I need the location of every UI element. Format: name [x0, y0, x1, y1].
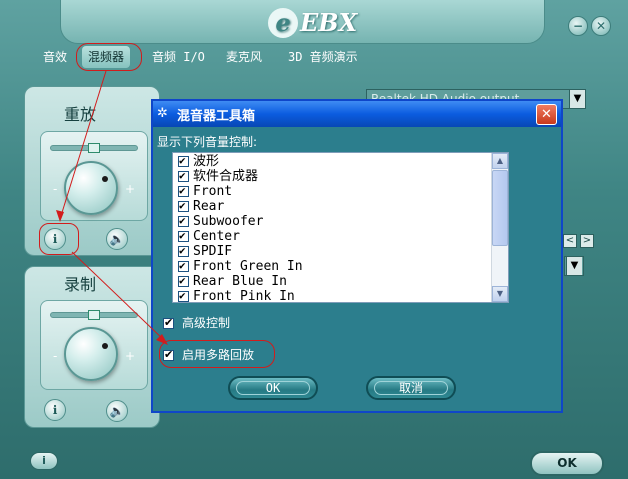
list-item[interactable]: Front Green In	[178, 259, 303, 274]
record-device-dropdown-icon[interactable]: ▼	[566, 257, 582, 275]
dialog-cancel-button[interactable]: 取消	[366, 376, 456, 400]
mixer-toolbox-dialog: ✲ 混音器工具箱 ✕ 显示下列音量控制: 波形 软件合成器 Front Rear…	[151, 99, 563, 413]
list-item[interactable]: Rear Blue In	[178, 274, 287, 289]
record-mute-button[interactable]: 🔈	[106, 400, 128, 422]
checkbox[interactable]	[178, 289, 189, 302]
record-balance-thumb[interactable]	[88, 310, 100, 320]
tab-audio-io[interactable]: 音频 I/O	[152, 46, 205, 68]
logo-text: EBX	[300, 8, 358, 37]
annotation-circle-tools-button	[39, 223, 79, 255]
checkbox[interactable]	[178, 184, 189, 198]
info-icon[interactable]: i	[30, 452, 58, 470]
playback-mute-button[interactable]: 🔈	[106, 228, 128, 250]
annotation-circle-multi-stream	[159, 340, 275, 368]
checkbox[interactable]	[178, 214, 189, 228]
playback-title: 重放	[64, 105, 97, 124]
list-item[interactable]: Front	[178, 184, 232, 199]
volume-controls-label: 显示下列音量控制:	[157, 135, 258, 149]
record-volume-knob[interactable]	[64, 327, 118, 381]
record-knob-indicator	[102, 343, 108, 349]
logo: e EBX	[268, 6, 363, 40]
list-item[interactable]: Front Pink In	[178, 289, 295, 302]
checkbox[interactable]	[178, 199, 189, 213]
record-title: 录制	[64, 275, 97, 294]
checkbox[interactable]	[178, 169, 189, 183]
advanced-controls-option[interactable]: 高级控制	[163, 315, 230, 331]
advanced-controls-checkbox[interactable]	[163, 316, 174, 330]
playback-minus-label: -	[53, 182, 58, 196]
record-minus-label: -	[53, 349, 58, 363]
scroll-up-icon[interactable]: ▲	[492, 153, 508, 169]
dialog-title: 混音器工具箱	[177, 109, 256, 124]
logo-e-icon: e	[268, 7, 298, 38]
checkbox[interactable]	[178, 259, 189, 273]
list-item[interactable]: Subwoofer	[178, 214, 263, 229]
playback-knob-indicator	[102, 176, 108, 182]
playback-balance-thumb[interactable]	[88, 143, 100, 153]
record-plus-label: +	[125, 349, 136, 363]
list-item[interactable]: 软件合成器	[178, 169, 258, 184]
checkbox[interactable]	[178, 229, 189, 243]
tab-3d-demo[interactable]: 3D 音频演示	[288, 46, 358, 68]
checkbox[interactable]	[178, 274, 189, 288]
next-page-icon[interactable]: >	[580, 234, 594, 248]
list-item[interactable]: Center	[178, 229, 240, 244]
dialog-titlebar[interactable]: ✲ 混音器工具箱 ✕	[153, 101, 561, 127]
list-scrollbar[interactable]: ▲ ▼	[491, 153, 508, 302]
prev-page-icon[interactable]: <	[563, 234, 577, 248]
dialog-close-button[interactable]: ✕	[536, 104, 557, 125]
minimize-button[interactable]: −	[568, 16, 588, 36]
dialog-ok-button[interactable]: OK	[228, 376, 318, 400]
mixer-app-icon: ✲	[157, 106, 168, 121]
record-mixer-tools-button[interactable]: ℹ	[44, 399, 66, 421]
playback-plus-label: +	[125, 182, 136, 196]
output-device-dropdown-icon[interactable]: ▼	[569, 90, 585, 108]
scroll-down-icon[interactable]: ▼	[492, 286, 508, 302]
close-button[interactable]: ✕	[591, 16, 611, 36]
tab-sound-effects[interactable]: 音效	[43, 46, 67, 68]
playback-volume-knob[interactable]	[64, 161, 118, 215]
annotation-circle-mixer-tab	[76, 43, 142, 71]
list-item[interactable]: Rear	[178, 199, 224, 214]
scroll-thumb[interactable]	[492, 170, 508, 246]
checkbox[interactable]	[178, 154, 189, 168]
checkbox[interactable]	[178, 244, 189, 258]
tab-microphone[interactable]: 麦克风	[226, 46, 262, 68]
list-item[interactable]: 波形	[178, 154, 219, 169]
main-ok-button[interactable]: OK	[530, 451, 604, 476]
list-item[interactable]: SPDIF	[178, 244, 232, 259]
volume-controls-list[interactable]: 波形 软件合成器 Front Rear Subwoofer Center SPD…	[172, 152, 509, 303]
